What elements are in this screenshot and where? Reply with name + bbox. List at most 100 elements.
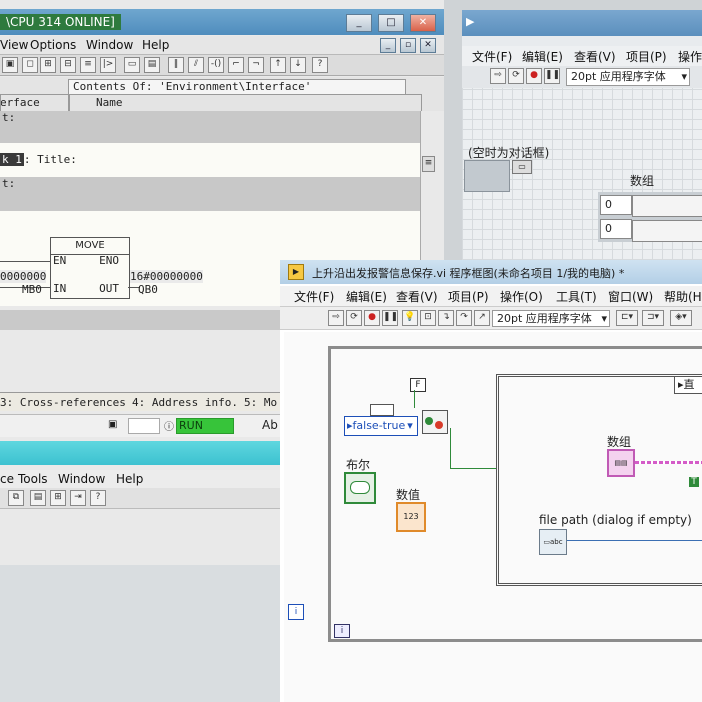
bd-font-select[interactable]: 20pt 应用程序字体 ▾	[492, 310, 610, 327]
false-constant[interactable]: F	[410, 378, 426, 392]
chevron-down-icon: ▾	[681, 70, 687, 83]
move-block[interactable]: MOVE EN ENO IN OUT	[50, 237, 130, 299]
align-objects-icon[interactable]: ⊏▾	[616, 310, 638, 326]
sub-menubar: ce Tools Window Help	[0, 470, 282, 488]
reorder-icon[interactable]: ◈▾	[670, 310, 692, 326]
fp-run-continuous-icon[interactable]: ⟳	[508, 68, 524, 84]
case-structure[interactable]: ▸直 数组 ▤▤ T file path (dialog if empty) ▭…	[496, 374, 702, 586]
bd-menu-tools[interactable]: 工具(T)	[556, 288, 597, 305]
arrow-up-icon[interactable]: ↑	[270, 57, 286, 73]
sub-cascade-icon[interactable]: ▤	[30, 490, 46, 506]
contact-no-icon[interactable]: ‖	[168, 57, 184, 73]
compare-icon[interactable]: ≡	[80, 57, 96, 73]
details-icon[interactable]: ▤	[144, 57, 160, 73]
tab-address-info[interactable]: 4: Address info.	[132, 396, 238, 409]
mdi-restore-button[interactable]: ▫	[400, 38, 416, 53]
mdi-minimize-button[interactable]: _	[380, 38, 396, 53]
sub-help-icon[interactable]: ?	[90, 490, 106, 506]
fp-array-element-0[interactable]	[632, 195, 702, 217]
abort-icon[interactable]: ●	[364, 310, 380, 326]
fp-font-select[interactable]: 20pt 应用程序字体 ▾	[566, 68, 690, 86]
case-selector-label[interactable]: ▸直	[674, 376, 702, 394]
minimize-button[interactable]: _	[346, 14, 372, 32]
fp-pause-icon[interactable]: ❚❚	[544, 68, 560, 84]
step-into-icon[interactable]: ↴	[438, 310, 454, 326]
run-continuous-icon[interactable]: ⟳	[346, 310, 362, 326]
bd-menu-window[interactable]: 窗口(W)	[608, 288, 653, 305]
block-comment-label: t:	[2, 111, 16, 124]
bd-menu-file[interactable]: 文件(F)	[294, 288, 334, 305]
bd-menu-help[interactable]: 帮助(H	[664, 288, 702, 305]
step-over-icon[interactable]: ↷	[456, 310, 472, 326]
bd-menu-edit[interactable]: 编辑(E)	[346, 288, 387, 305]
tab-cross-references[interactable]: 3: Cross-references	[0, 396, 126, 409]
branch-open-icon[interactable]: ⌐	[228, 57, 244, 73]
fp-run-arrow-icon[interactable]: ⇨	[490, 68, 506, 84]
enum-constant[interactable]: ▸false-true ▾	[344, 416, 418, 436]
ladder-rail-left	[0, 261, 50, 262]
maximize-button[interactable]: □	[378, 14, 404, 32]
step-out-icon[interactable]: ↗	[474, 310, 490, 326]
pause-icon[interactable]: ❚❚	[382, 310, 398, 326]
monitor-icon[interactable]: ◻	[22, 57, 38, 73]
menu-options[interactable]: Options	[30, 38, 76, 52]
help-icon[interactable]: ?	[312, 57, 328, 73]
scroll-thumb[interactable]: ≡	[422, 156, 435, 172]
run-arrow-icon[interactable]: ⇨	[328, 310, 344, 326]
fp-menu-operate[interactable]: 操作	[678, 48, 702, 65]
fp-array-control[interactable]: 0 0	[598, 192, 702, 242]
fp-menu-view[interactable]: 查看(V)	[574, 48, 616, 65]
menu-window[interactable]: Window	[86, 38, 133, 52]
bool-terminal[interactable]	[344, 472, 376, 504]
submenu-help[interactable]: Help	[116, 472, 143, 486]
submenu-window[interactable]: Window	[58, 472, 105, 486]
bd-menu-view[interactable]: 查看(V)	[396, 288, 438, 305]
path-control[interactable]	[464, 160, 510, 192]
fp-index-display-0[interactable]: 0	[600, 195, 632, 215]
menu-view[interactable]: View	[0, 38, 28, 52]
arrow-down-icon[interactable]: ↓	[290, 57, 306, 73]
out-address: QB0	[138, 283, 158, 296]
fp-index-display-1[interactable]: 0	[600, 219, 632, 239]
highlight-execution-icon[interactable]: 💡	[402, 310, 418, 326]
retain-wire-values-icon[interactable]: ⊡	[420, 310, 436, 326]
fp-array-element-1[interactable]	[632, 220, 702, 242]
fp-menu-file[interactable]: 文件(F)	[472, 48, 512, 65]
fp-menu-edit[interactable]: 编辑(E)	[522, 48, 563, 65]
submenu-device[interactable]: ce	[0, 472, 14, 486]
bd-menu-project[interactable]: 项目(P)	[448, 288, 489, 305]
download-icon[interactable]: ▣	[2, 57, 18, 73]
tab-modify[interactable]: 5: Mo	[244, 396, 277, 409]
select-function-icon[interactable]	[422, 410, 448, 434]
front-panel-canvas[interactable]: (空时为对话框) ▭ 数组 0 0	[462, 88, 702, 260]
sub-tile-icon[interactable]: ⊞	[50, 490, 66, 506]
fp-abort-icon[interactable]: ●	[526, 68, 542, 84]
sub-copy-icon[interactable]: ⧉	[8, 490, 24, 506]
network-icon[interactable]: ⊞	[40, 57, 56, 73]
info-icon: ⓘ	[164, 422, 174, 433]
bool-true-constant[interactable]: T	[689, 477, 699, 487]
array-terminal[interactable]: ▤▤	[607, 449, 635, 477]
jump-icon[interactable]: |>	[100, 57, 116, 73]
mdi-close-button[interactable]: ✕	[420, 38, 436, 53]
file-path-terminal[interactable]: ▭abc	[539, 529, 567, 555]
bd-menu-operate[interactable]: 操作(O)	[500, 288, 543, 305]
coil-icon[interactable]: -()	[208, 57, 224, 73]
loop-iteration-terminal[interactable]: i	[288, 604, 304, 620]
submenu-tools[interactable]: Tools	[18, 472, 48, 486]
distribute-objects-icon[interactable]: ⊐▾	[642, 310, 664, 326]
close-button[interactable]: ✕	[410, 14, 436, 32]
block-diagram-canvas[interactable]: i ▸直 数组 ▤▤ T file path (dialog if empty)…	[284, 332, 702, 702]
menu-help[interactable]: Help	[142, 38, 169, 52]
branch-close-icon[interactable]: ¬	[248, 57, 264, 73]
overview-icon[interactable]: ▭	[124, 57, 140, 73]
sub-arrange-icon[interactable]: ⇥	[70, 490, 86, 506]
teal-titlebar	[0, 441, 282, 465]
bool-label: 布尔	[346, 458, 371, 472]
fp-index-value-0: 0	[605, 198, 612, 211]
browse-folder-icon[interactable]: ▭	[512, 160, 532, 174]
fp-menu-project[interactable]: 项目(P)	[626, 48, 667, 65]
contact-nc-icon[interactable]: ⫽	[188, 57, 204, 73]
numeric-terminal[interactable]: 123	[396, 502, 426, 532]
online-icon[interactable]: ⊟	[60, 57, 76, 73]
